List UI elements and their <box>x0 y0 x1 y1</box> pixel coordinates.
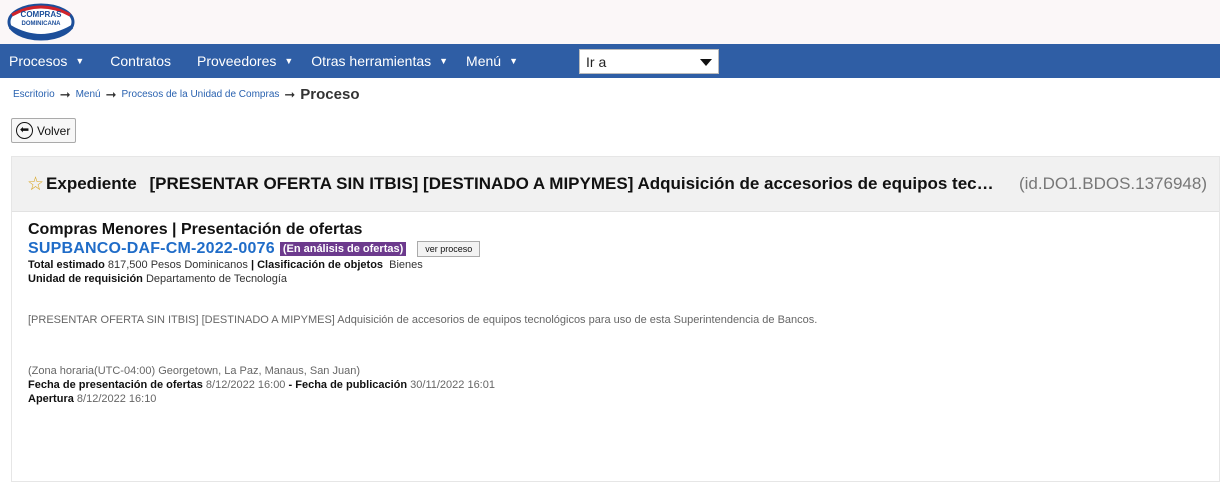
nav-item-menu[interactable]: Menú ▼ <box>457 44 527 78</box>
timezone-text: (Zona horaria(UTC-04:00) Georgetown, La … <box>28 365 360 377</box>
expediente-title: Expediente [PRESENTAR OFERTA SIN ITBIS] … <box>46 174 996 194</box>
breadcrumb-menu[interactable]: Menú <box>76 89 101 100</box>
nav-item-procesos[interactable]: Procesos ▼ <box>0 44 93 78</box>
volver-label: Volver <box>37 123 71 138</box>
main-navbar: Procesos ▼ Contratos Proveedores ▼ Otras… <box>0 44 1220 78</box>
total-value: 817,500 Pesos Dominicanos <box>107 259 248 271</box>
nav-label: Proveedores <box>196 53 277 69</box>
back-arrow-icon: ⬅ <box>16 122 33 139</box>
nav-label: Menú <box>466 53 502 69</box>
process-description: [PRESENTAR OFERTA SIN ITBIS] [DESTINADO … <box>28 314 818 326</box>
caret-down-icon: ▼ <box>509 56 518 66</box>
unit-value: Departamento de Tecnología <box>145 273 288 285</box>
top-header: COMPRAS DOMINICANA <box>0 0 1220 44</box>
star-favorite-icon[interactable]: ☆ <box>27 175 44 194</box>
ir-a-select[interactable]: Ir a <box>579 49 719 74</box>
opening-value: 8/12/2022 16:10 <box>76 393 157 405</box>
volver-button[interactable]: ⬅ Volver <box>11 118 76 143</box>
offers-date-value: 8/12/2022 16:00 <box>205 379 286 391</box>
select-arrow-icon <box>700 59 712 66</box>
nav-item-proveedores[interactable]: Proveedores ▼ <box>188 44 302 78</box>
logo-text-1: COMPRAS <box>21 10 63 19</box>
expediente-card: ☆ Expediente [PRESENTAR OFERTA SIN ITBIS… <box>11 156 1220 482</box>
caret-down-icon: ▼ <box>439 56 449 66</box>
arrow-right-icon: ➞ <box>284 86 296 102</box>
opening-label: Apertura <box>28 393 74 405</box>
expediente-header: ☆ Expediente [PRESENTAR OFERTA SIN ITBIS… <box>12 157 1219 212</box>
process-code-link[interactable]: SUPBANCO-DAF-CM-2022-0076 <box>28 240 275 258</box>
class-value: Bienes <box>389 259 423 271</box>
nav-item-otras-herramientas[interactable]: Otras herramientas ▼ <box>302 44 457 78</box>
expediente-label: Expediente <box>46 174 137 193</box>
arrow-right-icon: ➞ <box>59 86 71 102</box>
process-unit-row: Unidad de requisición Departamento de Te… <box>28 272 1203 286</box>
arrow-right-icon: ➞ <box>105 86 117 102</box>
total-label: Total estimado <box>28 259 105 271</box>
caret-down-icon: ▼ <box>284 56 294 66</box>
opening-row: Apertura 8/12/2022 16:10 <box>28 392 1203 406</box>
expediente-body: Compras Menores | Presentación de oferta… <box>12 212 1219 415</box>
unit-label: Unidad de requisición <box>28 273 143 285</box>
caret-down-icon: ▼ <box>75 56 85 66</box>
expediente-title-text: [PRESENTAR OFERTA SIN ITBIS] [DESTINADO … <box>149 174 996 193</box>
breadcrumb-escritorio[interactable]: Escritorio <box>13 89 55 100</box>
ver-proceso-button[interactable]: ver proceso <box>417 241 481 257</box>
nav-item-contratos[interactable]: Contratos <box>101 44 180 78</box>
status-badge: (En análisis de ofertas) <box>279 242 407 256</box>
compras-dominicana-logo[interactable]: COMPRAS DOMINICANA <box>6 1 76 41</box>
breadcrumb-current: Proceso <box>300 86 360 103</box>
select-value: Ir a <box>586 53 607 70</box>
nav-label: Procesos <box>9 53 68 69</box>
breadcrumb-procesos-unidad[interactable]: Procesos de la Unidad de Compras <box>122 89 280 100</box>
nav-label: Contratos <box>110 53 171 69</box>
offers-date-label: Fecha de presentación de ofertas <box>28 379 203 391</box>
pub-date-label: Fecha de publicación <box>295 379 408 391</box>
logo-text-2: DOMINICANA <box>22 21 62 27</box>
dates-row: Fecha de presentación de ofertas 8/12/20… <box>28 379 495 391</box>
expediente-id: (id.DO1.BDOS.1376948) <box>1018 174 1207 193</box>
breadcrumb: Escritorio ➞ Menú ➞ Procesos de la Unida… <box>13 86 360 103</box>
process-type: Compras Menores | Presentación de oferta… <box>28 221 363 238</box>
nav-label: Otras herramientas <box>311 53 432 69</box>
pub-date-value: 30/11/2022 16:01 <box>410 379 495 391</box>
process-code-row: SUPBANCO-DAF-CM-2022-0076 (En análisis d… <box>28 240 1203 258</box>
process-total-row: Total estimado 817,500 Pesos Dominicanos… <box>28 259 423 271</box>
class-label: Clasificación de objetos <box>257 259 384 271</box>
